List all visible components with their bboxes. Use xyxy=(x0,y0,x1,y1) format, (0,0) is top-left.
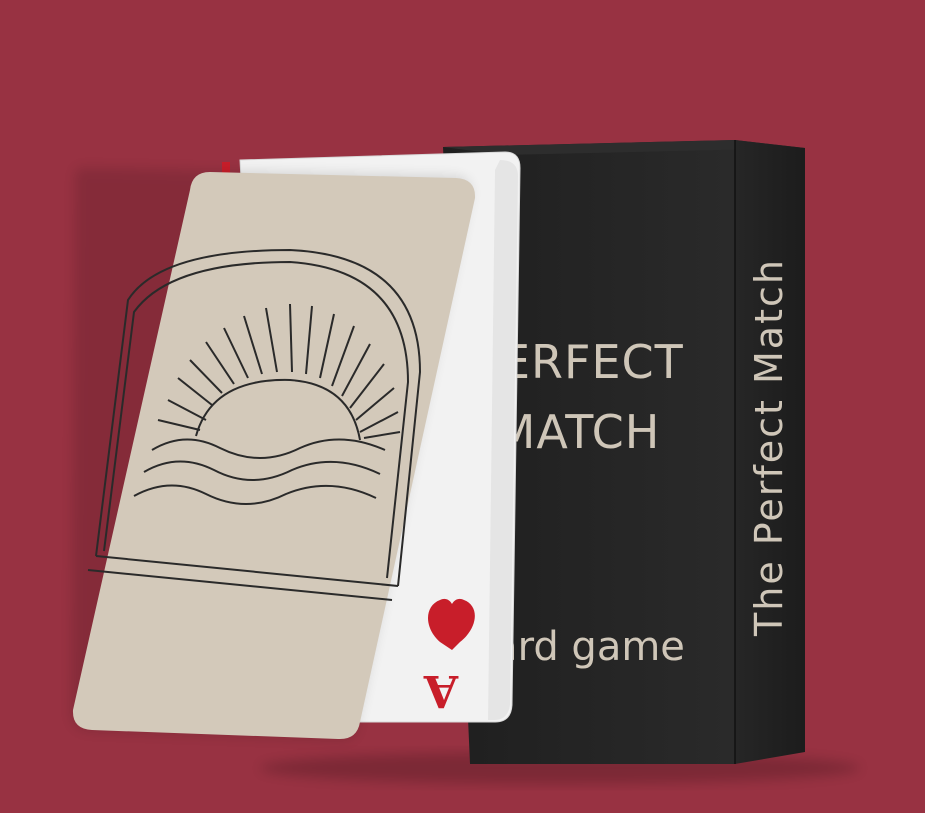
ace-rank-label: A xyxy=(423,665,459,716)
box-spine-text: The Perfect Match xyxy=(747,258,791,637)
product-scene: PERFECT MATCH card game The Perfect Matc… xyxy=(0,0,925,813)
card-deck-illustration: PERFECT MATCH card game The Perfect Matc… xyxy=(71,140,860,784)
box-title-line2: MATCH xyxy=(496,405,661,459)
